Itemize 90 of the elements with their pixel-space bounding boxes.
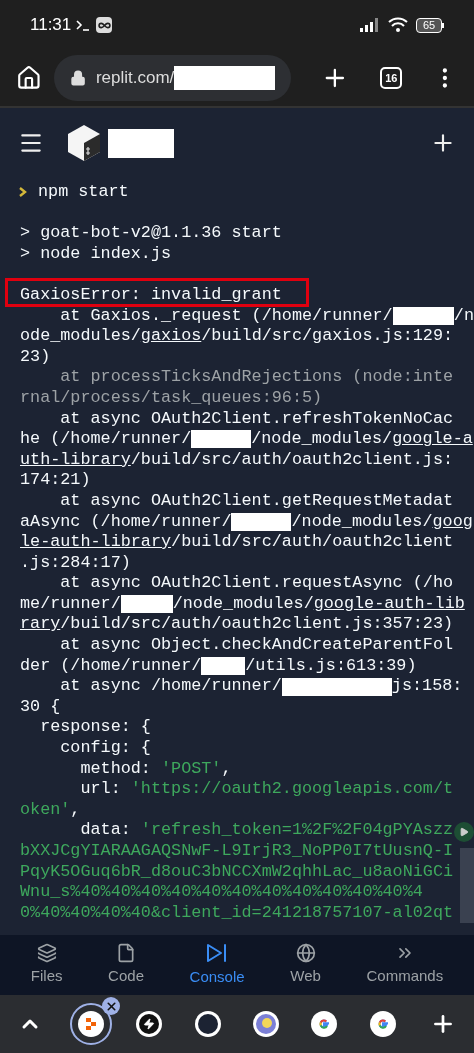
- console-text: /build/src/gaxios.js:129:: [201, 326, 454, 347]
- console-text: > node index.js: [20, 243, 172, 265]
- address-bar[interactable]: replit.com/: [53, 55, 291, 101]
- string-literal: oken': [20, 799, 71, 821]
- console-text: method:: [79, 758, 152, 780]
- tab-count-button[interactable]: 16: [380, 67, 403, 89]
- app-icon: [194, 1011, 221, 1037]
- redaction-block: [201, 656, 246, 675]
- close-icon: [104, 999, 118, 1013]
- console-text: rnal/process/task_queues:96:5): [20, 387, 323, 409]
- redaction-block: [108, 128, 174, 158]
- nav-tab[interactable]: Files: [30, 942, 63, 988]
- lock-icon: [69, 69, 86, 87]
- console-text: 174:21): [20, 470, 91, 491]
- nav-tab[interactable]: Code: [108, 942, 144, 988]
- battery-indicator: 65: [416, 17, 442, 33]
- console-text: at Gaxios._request (/home/runner/: [59, 305, 393, 327]
- redaction-block: [120, 595, 173, 614]
- console-text: /utils.js:613:39): [245, 655, 417, 677]
- console-text: 30 {: [20, 696, 61, 718]
- close-button[interactable]: [102, 997, 121, 1015]
- console-text: response: {: [39, 717, 151, 739]
- console-text: /node_modules/: [291, 511, 433, 533]
- run-overlay-button[interactable]: [454, 822, 474, 842]
- terminal-icon: [76, 19, 91, 31]
- console-text: data:: [79, 820, 132, 841]
- console-text: GaxiosError: invalid_grant: [20, 284, 282, 304]
- console-text: ,: [221, 758, 232, 780]
- console-text: 23): [20, 346, 51, 368]
- redaction-block: [392, 306, 454, 325]
- play-icon: [459, 827, 469, 837]
- string-literal: 'POST': [161, 758, 222, 780]
- scrollbar-thumb[interactable]: [460, 848, 474, 923]
- console-text: at async OAuth2Client.refreshTokenNoCac: [59, 408, 454, 430]
- url-text: replit.com/: [95, 67, 175, 90]
- redaction-block: [191, 430, 252, 449]
- console-text: der (/home/runner/: [20, 655, 202, 677]
- console-text: at processTicksAndRejections (node:inte: [59, 367, 454, 388]
- string-literal: PqyK5OGuq6bR_d8ouC3bNCCXmW2qhhLac_u8aoNiGCi: [20, 861, 454, 883]
- console-text: > goat-bot-v2@1.1.36 start: [20, 223, 282, 244]
- console-text: /node_modules/: [251, 429, 393, 450]
- nav-tab[interactable]: Console: [189, 941, 245, 989]
- home-button[interactable]: [16, 65, 42, 91]
- file-icon: [116, 942, 137, 963]
- signal-icon: [360, 18, 380, 32]
- console-text: npm start: [38, 182, 129, 203]
- app-icon: [78, 1011, 105, 1037]
- string-literal: Wnu_s%40%40%40%40%40%40%40%40%40%40%40%4: [20, 882, 423, 903]
- redaction-block: [231, 512, 292, 531]
- console-text: at async /home/runner/: [59, 676, 282, 697]
- console-text: at async Object.checkAndCreateParentFol: [59, 635, 454, 656]
- file-link[interactable]: google-a: [392, 429, 473, 450]
- globe-icon: [295, 942, 316, 963]
- console-text: /n: [453, 305, 474, 327]
- console-text: /node_modules/: [172, 593, 314, 615]
- app-icon: [253, 1011, 280, 1037]
- google-icon: [369, 1011, 396, 1037]
- file-link[interactable]: gaxios: [140, 326, 202, 347]
- console-text: /build/src/auth/oauth2client: [171, 532, 454, 553]
- console-text: .js:284:17): [20, 552, 131, 574]
- status-time: 11:31: [30, 14, 72, 37]
- file-link[interactable]: uth-library: [20, 449, 131, 471]
- nav-tab[interactable]: Commands: [366, 942, 444, 988]
- console-text: aAsync (/home/runner/: [20, 511, 232, 533]
- console-text: /build/src/auth/oauth2client.js:: [130, 449, 454, 471]
- console-text: config: {: [59, 738, 151, 759]
- file-link[interactable]: goog: [432, 511, 473, 533]
- string-literal: bXXJCgYIARAAGAQSNwF-L9IrjR3_NoPP0I7tUusnQ-I: [20, 841, 454, 862]
- string-literal: 'https://oauth2.googleapis.com/t: [130, 779, 454, 800]
- prompt-icon: [18, 186, 28, 199]
- console-text: at async OAuth2Client.getRequestMetadat: [59, 490, 454, 512]
- console-text: he (/home/runner/: [20, 429, 192, 450]
- nav-tab[interactable]: Web: [290, 942, 321, 988]
- file-link[interactable]: google-auth-lib: [313, 593, 465, 615]
- file-link[interactable]: le-auth-library: [20, 532, 172, 553]
- infinity-icon: [96, 17, 113, 33]
- string-literal: 'refresh_token=1%2F%2F04gPYAszz: [140, 820, 454, 841]
- stack-icon: [36, 942, 57, 963]
- console-text: /build/src/auth/oauth2client.js:357:23): [60, 614, 454, 636]
- bolt-icon: [136, 1011, 163, 1037]
- console-text: url:: [79, 779, 122, 800]
- string-literal: 0%40%40%40%40&client_id=241218757107-al02qt: [20, 902, 454, 924]
- file-link[interactable]: rary: [20, 614, 61, 636]
- console-text: at async OAuth2Client.requestAsync (/ho: [59, 573, 454, 594]
- wifi-icon: [388, 17, 408, 33]
- console-text: js:158:: [391, 676, 463, 697]
- console-text: ,: [70, 799, 81, 821]
- console-text: me/runner/: [20, 593, 121, 615]
- google-icon: [311, 1011, 338, 1037]
- console-text: ode_modules/: [20, 326, 141, 347]
